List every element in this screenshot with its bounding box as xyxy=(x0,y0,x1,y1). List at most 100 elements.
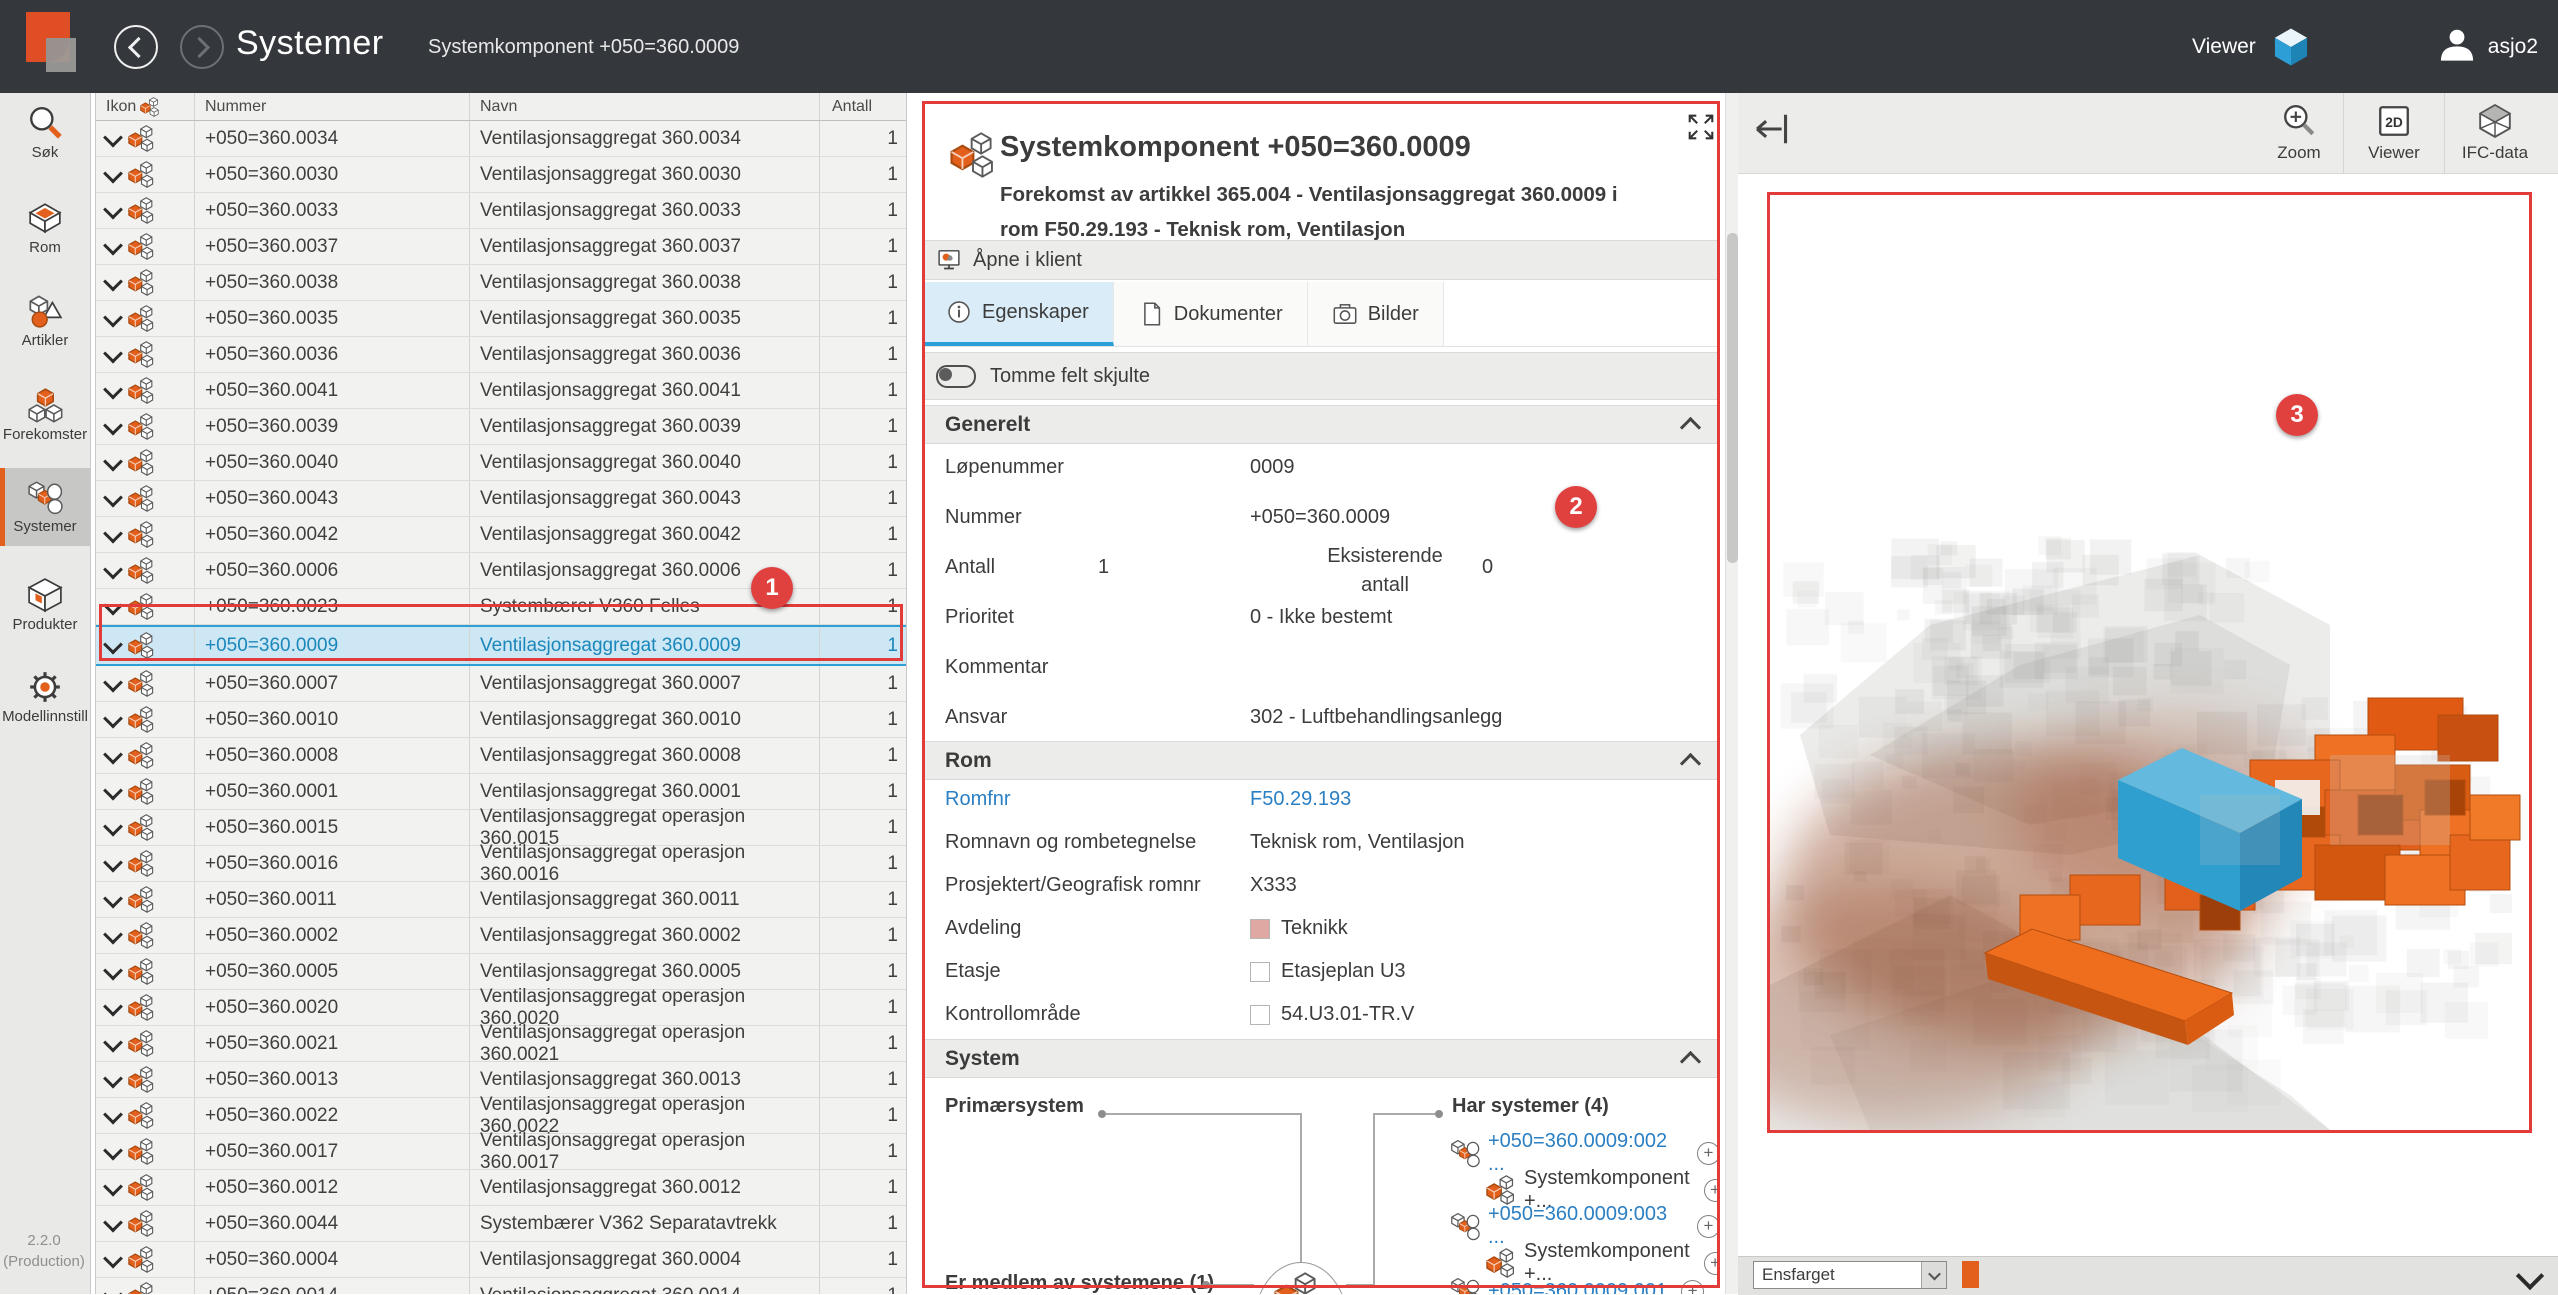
viewer-3d-canvas[interactable] xyxy=(1767,192,2532,1133)
row-antall: 1 xyxy=(820,1062,906,1097)
sidebar-item[interactable]: Artikler xyxy=(0,278,90,364)
table-row[interactable]: +050=360.0040 Ventilasjonsaggregat 360.0… xyxy=(96,445,906,481)
table-row[interactable]: +050=360.0010 Ventilasjonsaggregat 360.0… xyxy=(96,702,906,738)
color-mode-dropdown[interactable]: Ensfarget xyxy=(1753,1261,1947,1289)
chevron-down-icon[interactable] xyxy=(103,559,123,579)
viewer-mode-label[interactable]: Viewer xyxy=(2192,35,2256,59)
sidebar-item[interactable]: Produkter xyxy=(0,562,90,648)
row-antall: 1 xyxy=(820,918,906,953)
row-navn: Ventilasjonsaggregat 360.0039 xyxy=(470,409,820,444)
row-navn: Ventilasjonsaggregat 360.0001 xyxy=(470,774,820,809)
chevron-down-icon[interactable] xyxy=(103,451,123,471)
table-row[interactable]: +050=360.0021 Ventilasjonsaggregat opera… xyxy=(96,1026,906,1062)
user-menu[interactable]: asjo2 xyxy=(2436,26,2538,68)
back-button[interactable] xyxy=(114,25,158,69)
chevron-down-icon[interactable] xyxy=(103,1284,123,1294)
table-row[interactable]: +050=360.0004 Ventilasjonsaggregat 360.0… xyxy=(96,1242,906,1278)
chevron-down-icon[interactable] xyxy=(103,127,123,147)
table-row[interactable]: +050=360.0038 Ventilasjonsaggregat 360.0… xyxy=(96,265,906,301)
sidebar-item[interactable]: Modellinnstill xyxy=(0,654,90,740)
scrollbar-thumb[interactable] xyxy=(1727,233,1738,563)
viewer-tool-button[interactable]: Zoom xyxy=(2255,93,2343,173)
sidebar-item-label: Forekomster xyxy=(3,426,87,443)
chevron-down-icon[interactable] xyxy=(103,852,123,872)
system-component-icon xyxy=(128,269,155,296)
table-row[interactable]: +050=360.0012 Ventilasjonsaggregat 360.0… xyxy=(96,1170,906,1206)
row-nummer: +050=360.0011 xyxy=(195,882,470,917)
table-row[interactable]: +050=360.0008 Ventilasjonsaggregat 360.0… xyxy=(96,738,906,774)
chevron-down-icon[interactable] xyxy=(103,816,123,836)
table-row[interactable]: +050=360.0035 Ventilasjonsaggregat 360.0… xyxy=(96,301,906,337)
chevron-down-icon[interactable] xyxy=(103,343,123,363)
table-row[interactable]: +050=360.0041 Ventilasjonsaggregat 360.0… xyxy=(96,373,906,409)
chevron-down-icon[interactable] xyxy=(103,672,123,692)
chevron-down-icon[interactable] xyxy=(103,487,123,507)
chevron-down-icon[interactable] xyxy=(103,1212,123,1232)
chevron-down-icon[interactable] xyxy=(103,996,123,1016)
viewer-cube-icon[interactable] xyxy=(2270,26,2312,68)
chevron-down-icon[interactable] xyxy=(103,744,123,764)
chevron-down-icon[interactable] xyxy=(103,960,123,980)
col-nummer[interactable]: Nummer xyxy=(195,93,470,120)
row-antall: 1 xyxy=(820,157,906,192)
table-row[interactable]: +050=360.0011 Ventilasjonsaggregat 360.0… xyxy=(96,882,906,918)
row-navn: Ventilasjonsaggregat 360.0010 xyxy=(470,702,820,737)
viewer-tool-button[interactable]: Viewer xyxy=(2343,93,2444,173)
sidebar-item[interactable]: Søk xyxy=(0,90,90,176)
row-navn: Ventilasjonsaggregat 360.0042 xyxy=(470,517,820,552)
viewer-tool-button[interactable]: IFC-data xyxy=(2444,93,2545,173)
table-row[interactable]: +050=360.0034 Ventilasjonsaggregat 360.0… xyxy=(96,121,906,157)
table-row[interactable]: +050=360.0042 Ventilasjonsaggregat 360.0… xyxy=(96,517,906,553)
chevron-down-icon[interactable] xyxy=(103,235,123,255)
system-component-icon xyxy=(128,814,155,841)
table-row[interactable]: +050=360.0016 Ventilasjonsaggregat opera… xyxy=(96,846,906,882)
chevron-down-icon[interactable] xyxy=(103,379,123,399)
sidebar-item[interactable]: Forekomster xyxy=(0,372,90,458)
dropdown-arrow-button[interactable] xyxy=(1921,1262,1946,1288)
chevron-down-icon[interactable] xyxy=(103,1140,123,1160)
col-antall[interactable]: Antall xyxy=(820,93,906,120)
row-navn: Ventilasjonsaggregat 360.0014 xyxy=(470,1278,820,1294)
chevron-down-icon[interactable] xyxy=(103,780,123,800)
row-antall: 1 xyxy=(820,445,906,480)
chevron-down-icon[interactable] xyxy=(103,1248,123,1268)
table-row[interactable]: +050=360.0014 Ventilasjonsaggregat 360.0… xyxy=(96,1278,906,1294)
row-nummer: +050=360.0036 xyxy=(195,337,470,372)
panel-scrollbar[interactable] xyxy=(1725,93,1739,1294)
chevron-down-icon[interactable] xyxy=(103,708,123,728)
table-row[interactable]: +050=360.0033 Ventilasjonsaggregat 360.0… xyxy=(96,193,906,229)
col-navn[interactable]: Navn xyxy=(470,93,820,120)
chevron-down-icon[interactable] xyxy=(103,415,123,435)
forward-button[interactable] xyxy=(180,25,224,69)
row-antall: 1 xyxy=(820,1134,906,1169)
chevron-down-icon[interactable] xyxy=(103,1032,123,1052)
table-row[interactable]: +050=360.0007 Ventilasjonsaggregat 360.0… xyxy=(96,666,906,702)
table-row[interactable]: +050=360.0017 Ventilasjonsaggregat opera… xyxy=(96,1134,906,1170)
table-row[interactable]: +050=360.0002 Ventilasjonsaggregat 360.0… xyxy=(96,918,906,954)
row-navn: Ventilasjonsaggregat 360.0035 xyxy=(470,301,820,336)
system-component-icon xyxy=(128,413,155,440)
sidebar-item[interactable]: Systemer xyxy=(0,468,90,546)
table-row[interactable]: +050=360.0037 Ventilasjonsaggregat 360.0… xyxy=(96,229,906,265)
table-row[interactable]: +050=360.0044 Systembærer V362 Separatav… xyxy=(96,1206,906,1242)
chevron-down-icon[interactable] xyxy=(103,271,123,291)
system-component-icon xyxy=(128,778,155,805)
chevron-down-icon[interactable] xyxy=(103,888,123,908)
chevron-down-icon[interactable] xyxy=(103,1176,123,1196)
chevron-down-icon[interactable] xyxy=(103,924,123,944)
collapse-panel-icon[interactable] xyxy=(1748,107,1792,151)
chevron-down-icon[interactable] xyxy=(103,523,123,543)
table-header: Ikon Nummer Navn Antall xyxy=(96,93,906,121)
table-row[interactable]: +050=360.0036 Ventilasjonsaggregat 360.0… xyxy=(96,337,906,373)
chevron-down-icon[interactable] xyxy=(103,199,123,219)
table-row[interactable]: +050=360.0030 Ventilasjonsaggregat 360.0… xyxy=(96,157,906,193)
chevron-down-icon[interactable] xyxy=(103,163,123,183)
chevron-down-icon[interactable] xyxy=(103,1104,123,1124)
expand-bottom-icon[interactable] xyxy=(2516,1262,2544,1290)
table-row[interactable]: +050=360.0043 Ventilasjonsaggregat 360.0… xyxy=(96,481,906,517)
row-navn: Ventilasjonsaggregat 360.0004 xyxy=(470,1242,820,1277)
chevron-down-icon[interactable] xyxy=(103,307,123,327)
chevron-down-icon[interactable] xyxy=(103,1068,123,1088)
table-row[interactable]: +050=360.0039 Ventilasjonsaggregat 360.0… xyxy=(96,409,906,445)
sidebar-item[interactable]: Rom xyxy=(0,185,90,271)
